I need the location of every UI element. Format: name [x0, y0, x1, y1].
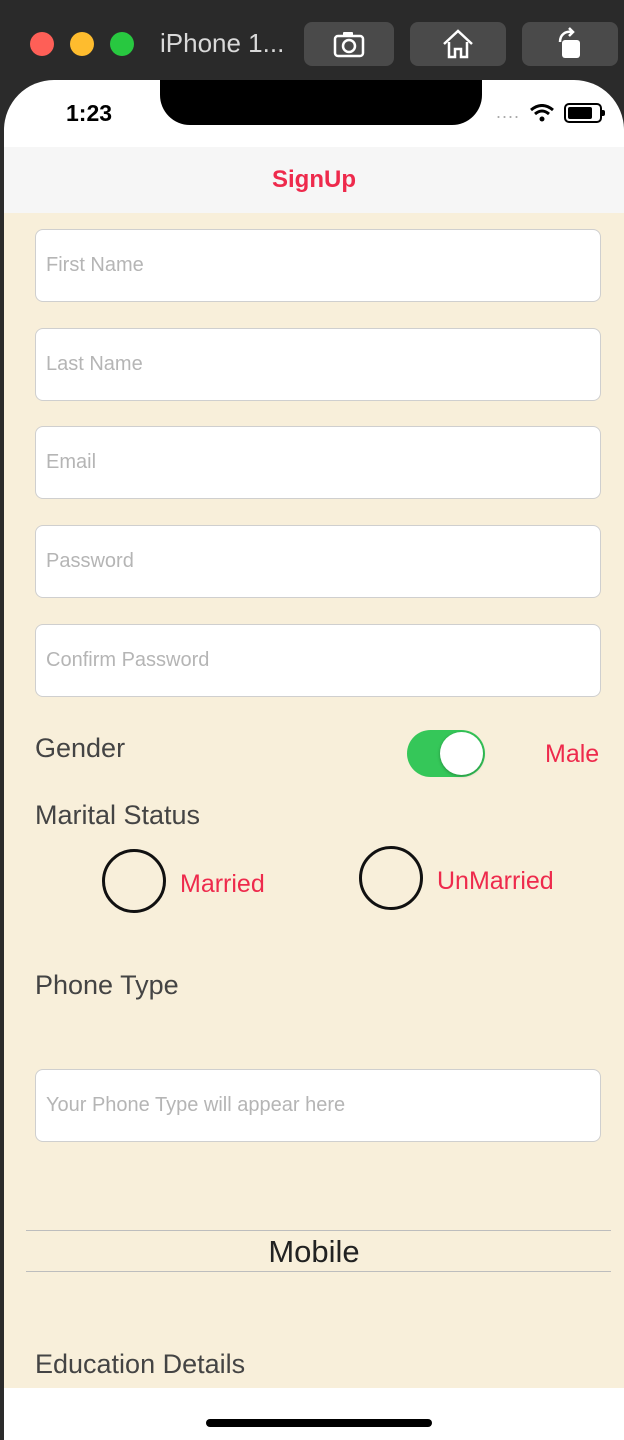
- password-input[interactable]: [36, 526, 600, 597]
- phone-screen: 1:23 .... SignUp Gender Male: [4, 80, 624, 1440]
- first-name-input[interactable]: [36, 230, 600, 301]
- camera-icon: [333, 32, 365, 58]
- navigation-bar: SignUp: [4, 147, 624, 213]
- home-icon: [443, 29, 473, 59]
- password-field[interactable]: [35, 525, 601, 598]
- close-window-button[interactable]: [30, 32, 54, 56]
- home-button[interactable]: [410, 22, 506, 66]
- gender-value: Male: [545, 740, 600, 768]
- notch: [160, 80, 482, 125]
- simulator-title: iPhone 1...: [160, 28, 285, 58]
- confirm-password-input[interactable]: [36, 625, 600, 696]
- picker-divider-top: [26, 1230, 611, 1231]
- education-details-label: Education Details: [35, 1349, 246, 1379]
- rotate-button[interactable]: [522, 22, 618, 66]
- first-name-field[interactable]: [35, 229, 601, 302]
- home-indicator[interactable]: [206, 1419, 432, 1427]
- rotate-icon: [558, 27, 580, 58]
- confirm-password-field[interactable]: [35, 624, 601, 697]
- marital-status-label: Marital Status: [35, 800, 201, 830]
- status-indicators: ....: [495, 102, 605, 123]
- screenshot-button[interactable]: [304, 22, 394, 66]
- status-time: 1:23: [66, 100, 113, 126]
- married-label: Married: [180, 870, 265, 898]
- gender-label: Gender: [35, 733, 126, 763]
- minimize-window-button[interactable]: [70, 32, 94, 56]
- wifi-icon: [530, 103, 554, 121]
- switch-knob: [440, 732, 483, 775]
- simulator-window-bar: iPhone 1...: [0, 0, 624, 80]
- signup-form: Gender Male Marital Status Married UnMar…: [4, 213, 624, 1388]
- last-name-input[interactable]: [36, 329, 600, 400]
- unmarried-label: UnMarried: [437, 867, 554, 895]
- phone-type-picker[interactable]: Mobile: [4, 1234, 624, 1270]
- battery-icon: [564, 102, 605, 123]
- phone-type-input[interactable]: [36, 1070, 600, 1141]
- page-title: SignUp: [272, 166, 356, 193]
- phone-type-label: Phone Type: [35, 970, 179, 1000]
- unmarried-radio[interactable]: [359, 846, 423, 910]
- signal-icon: ....: [495, 102, 520, 122]
- email-field[interactable]: [35, 426, 601, 499]
- last-name-field[interactable]: [35, 328, 601, 401]
- gender-switch[interactable]: [407, 730, 485, 777]
- email-input[interactable]: [36, 427, 600, 498]
- phone-type-field[interactable]: [35, 1069, 601, 1142]
- picker-divider-bottom: [26, 1271, 611, 1272]
- zoom-window-button[interactable]: [110, 32, 134, 56]
- married-radio[interactable]: [102, 849, 166, 913]
- home-indicator-area: [4, 1388, 624, 1440]
